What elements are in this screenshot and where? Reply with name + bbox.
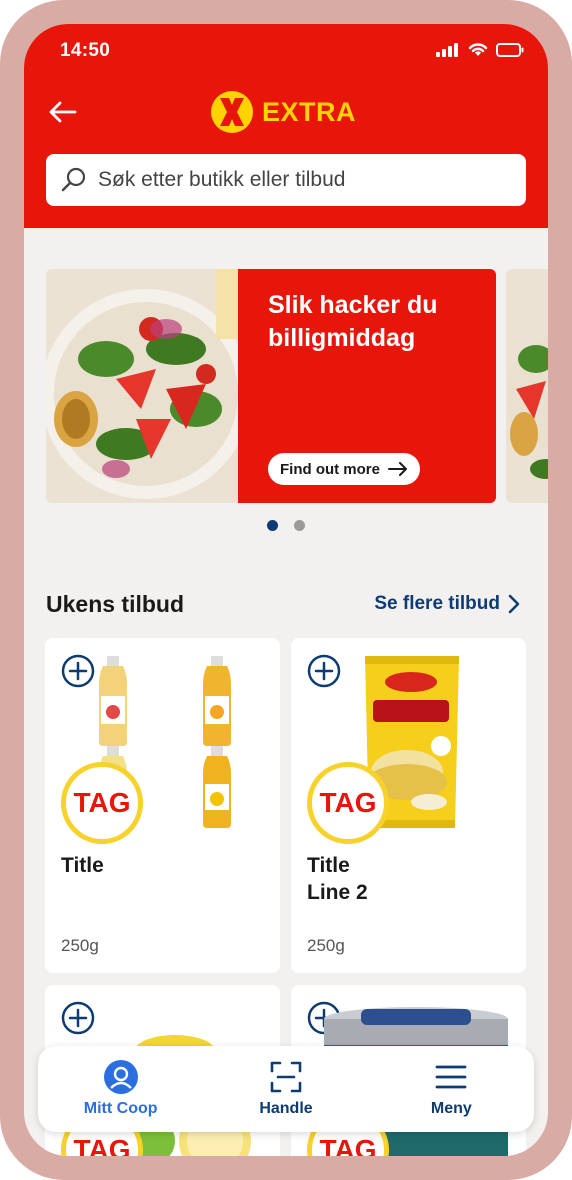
next-banner-peek[interactable] bbox=[506, 269, 548, 503]
brand-logo: EXTRA bbox=[210, 90, 356, 134]
extra-logo-icon bbox=[211, 91, 253, 133]
nav-label: Meny bbox=[430, 1100, 472, 1117]
banner-title: Slik hacker du billigmiddag bbox=[268, 291, 438, 352]
scan-icon bbox=[270, 1061, 302, 1093]
promo-banner[interactable]: Slik hacker du billigmiddag Find out mor… bbox=[46, 269, 496, 503]
add-circle-icon[interactable] bbox=[61, 1001, 95, 1035]
status-time: 14:50 bbox=[60, 40, 111, 61]
carousel-dot-active[interactable] bbox=[267, 520, 278, 531]
tag-badge: TAG bbox=[307, 762, 389, 844]
arrow-right-icon bbox=[388, 462, 407, 476]
card-title: Title bbox=[61, 854, 104, 877]
nav-label: Mitt Coop bbox=[83, 1100, 158, 1117]
add-circle-icon[interactable] bbox=[307, 654, 341, 688]
bottom-navigation: Mitt Coop Handle Meny bbox=[38, 1046, 534, 1132]
section-title: Ukens tilbud bbox=[46, 591, 185, 617]
nav-handle[interactable]: Handle bbox=[203, 1046, 368, 1132]
search-icon bbox=[61, 167, 86, 192]
product-card[interactable]: TAG Title 250g bbox=[45, 638, 280, 973]
status-icons bbox=[436, 42, 524, 57]
chevron-right-icon bbox=[508, 594, 520, 614]
search-input[interactable]: Søk etter butikk eller tilbud bbox=[46, 154, 526, 206]
see-more-label: Se flere tilbud bbox=[374, 593, 500, 614]
user-icon bbox=[103, 1060, 138, 1094]
brand-name: EXTRA bbox=[262, 96, 357, 127]
see-more-offers-link[interactable]: Se flere tilbud bbox=[374, 593, 520, 615]
app-screen: 14:50 EXTRA Søk etter butikk eller tilbu… bbox=[24, 24, 548, 1156]
nav-meny[interactable]: Meny bbox=[369, 1046, 534, 1132]
back-button[interactable] bbox=[44, 94, 80, 130]
battery-icon bbox=[496, 42, 524, 57]
phone-frame: 14:50 EXTRA Søk etter butikk eller tilbu… bbox=[0, 0, 572, 1180]
card-title-line-1: Title bbox=[307, 854, 350, 877]
card-weight: 250g bbox=[61, 936, 99, 955]
add-circle-icon[interactable] bbox=[61, 654, 95, 688]
salad-image bbox=[46, 269, 238, 503]
card-title-line-2: Line 2 bbox=[307, 881, 368, 904]
product-card[interactable]: TAG Title Line 2 250g bbox=[291, 638, 526, 973]
app-header: 14:50 EXTRA Søk etter butikk eller tilbu… bbox=[24, 24, 548, 228]
carousel-dots bbox=[267, 520, 305, 531]
arrow-left-icon bbox=[49, 101, 77, 123]
search-placeholder: Søk etter butikk eller tilbud bbox=[98, 168, 346, 191]
wifi-icon bbox=[468, 43, 488, 56]
card-weight: 250g bbox=[307, 936, 345, 955]
nav-label: Handle bbox=[259, 1100, 313, 1117]
menu-icon bbox=[435, 1065, 467, 1089]
banner-content: Slik hacker du billigmiddag Find out mor… bbox=[238, 269, 496, 503]
find-out-more-button[interactable]: Find out more bbox=[268, 453, 420, 485]
carousel-dot[interactable] bbox=[294, 520, 305, 531]
banner-cta-label: Find out more bbox=[280, 460, 380, 478]
card-title: Title Line 2 bbox=[307, 852, 368, 906]
tag-badge: TAG bbox=[61, 762, 143, 844]
signal-icon bbox=[436, 42, 458, 57]
nav-mitt-coop[interactable]: Mitt Coop bbox=[38, 1046, 203, 1132]
